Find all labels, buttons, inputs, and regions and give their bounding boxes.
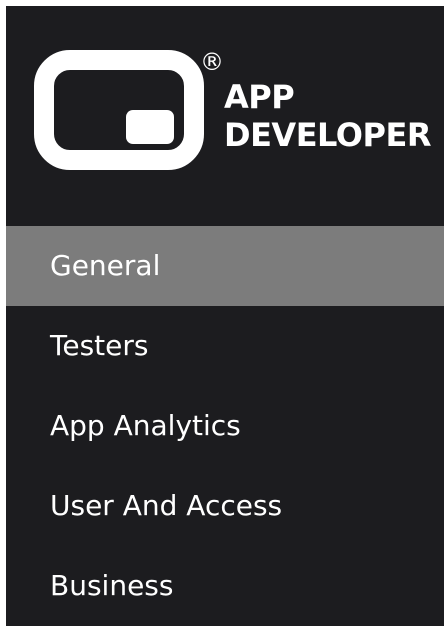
sidebar-item-business[interactable]: Business (6, 546, 444, 626)
sidebar-nav: General Testers App Analytics User And A… (6, 226, 444, 626)
sidebar-item-user-and-access[interactable]: User And Access (6, 466, 444, 546)
sidebar-item-app-analytics[interactable]: App Analytics (6, 386, 444, 466)
brand-line-2: DEVELOPER (224, 116, 431, 154)
registered-mark: ® (200, 48, 224, 76)
brand-logo[interactable]: ® APP DEVELOPER (34, 50, 444, 180)
sidebar-item-general[interactable]: General (6, 226, 444, 306)
app-window-logo-icon (34, 50, 204, 170)
brand-line-1: APP (224, 78, 295, 116)
brand-name: APP DEVELOPER (224, 78, 431, 154)
sidebar: ® APP DEVELOPER General Testers App Anal… (6, 6, 444, 626)
sidebar-item-testers[interactable]: Testers (6, 306, 444, 386)
